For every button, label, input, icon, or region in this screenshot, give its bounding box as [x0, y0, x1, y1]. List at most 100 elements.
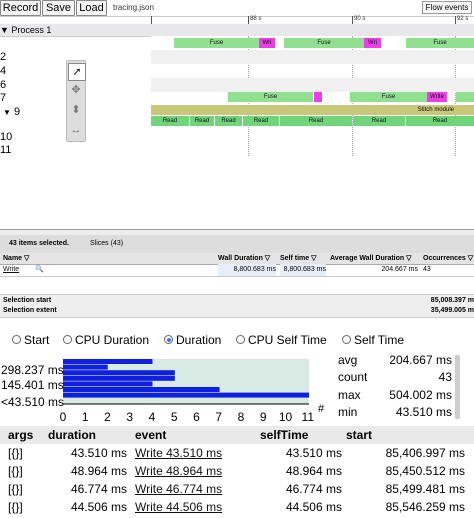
- slice-fuse[interactable]: Fuse: [228, 92, 313, 102]
- slice-write[interactable]: Wri: [364, 38, 381, 48]
- histogram-x-tick-label: 5: [171, 410, 178, 424]
- thread-label: 11: [0, 144, 12, 156]
- thread-label: 6: [0, 79, 7, 91]
- average-wall-duration-cell: 204.667 ms: [381, 266, 418, 273]
- slice-write[interactable]: Write: [427, 92, 447, 102]
- table-row[interactable]: [{}] 43.510 ms Write 43.510 ms 43.510 ms 85,…: [0, 446, 474, 464]
- event-link[interactable]: Write 44.506 ms: [135, 500, 222, 514]
- radio-duration[interactable]: Duration: [164, 333, 221, 347]
- event-link[interactable]: Write 43.510 ms: [135, 446, 222, 460]
- duration-cell: 46.774 ms: [70, 482, 127, 496]
- column-header-occurrences[interactable]: Occurrences ▽: [423, 253, 473, 264]
- stats-scrollbar[interactable]: [455, 355, 460, 419]
- histogram-bar[interactable]: [63, 364, 108, 370]
- event-link[interactable]: Write 48.964 ms: [135, 464, 222, 478]
- ruler-tick: [151, 16, 153, 24]
- event-link[interactable]: Write 46.774 ms: [135, 482, 222, 496]
- histogram-x-tick-label: 1: [82, 410, 89, 424]
- args-cell[interactable]: [{}]: [8, 482, 23, 496]
- table-row[interactable]: [{}] 48.964 ms Write 48.964 ms 48.964 ms 85,…: [0, 464, 474, 482]
- table-row[interactable]: [{}] 44.506 ms Write 44.506 ms 44.506 ms 85,…: [0, 500, 474, 518]
- histogram-bar[interactable]: [63, 381, 153, 387]
- ruler-tick: 88 s: [248, 16, 262, 24]
- selection-tool-icon[interactable]: ➚: [68, 63, 86, 81]
- column-header-wall-duration[interactable]: Wall Duration ▽: [218, 253, 270, 264]
- table-row[interactable]: [{}] 46.774 ms Write 46.774 ms 46.774 ms 85,…: [0, 482, 474, 500]
- column-header-args[interactable]: args: [8, 428, 33, 442]
- args-cell[interactable]: [{}]: [8, 464, 23, 478]
- selection-info: Selection start 85,008.397 m Selection e…: [0, 294, 474, 318]
- mouse-mode-selector: ➚ ✥ ⬍ ↔: [66, 60, 86, 142]
- histogram-bar[interactable]: [63, 370, 175, 376]
- column-header-selftime[interactable]: selfTime: [260, 428, 308, 442]
- slice-fuse[interactable]: Fuse: [284, 38, 364, 48]
- radio-start[interactable]: Start: [12, 333, 49, 347]
- histogram-bar[interactable]: [63, 392, 309, 398]
- slice-read[interactable]: Read: [406, 116, 474, 126]
- radio-cpu-duration[interactable]: CPU Duration: [63, 333, 149, 347]
- selection-extent-value: 35,499.005 m: [430, 307, 474, 314]
- histogram-bar[interactable]: [63, 375, 175, 381]
- collapse-triangle-icon[interactable]: ▼: [0, 25, 11, 35]
- histogram-bar[interactable]: [63, 387, 220, 392]
- column-header-duration[interactable]: duration: [48, 428, 96, 442]
- args-cell[interactable]: [{}]: [8, 446, 23, 460]
- toolbar: Record Save Load tracing.json Flow event…: [0, 0, 474, 17]
- slice-fuse[interactable]: Fuse: [350, 92, 427, 102]
- slice-stitch-module[interactable]: Stitch module: [151, 105, 474, 115]
- histogram-bin-label: <43.510 ms: [1, 395, 64, 409]
- slice-read[interactable]: Read: [280, 116, 352, 126]
- histogram-x-tick-label: 4: [149, 410, 156, 424]
- stat-count-label: count: [338, 370, 368, 384]
- slice-read[interactable]: Read: [243, 116, 279, 126]
- radio-circle-icon: [63, 335, 72, 345]
- save-button[interactable]: Save: [42, 0, 75, 16]
- column-header-name[interactable]: Name ▽: [3, 253, 29, 264]
- thread-label: 7: [0, 92, 7, 104]
- histogram-bar[interactable]: [63, 359, 153, 364]
- column-header-start[interactable]: start: [346, 428, 372, 442]
- expand-triangle-icon[interactable]: ▼: [3, 108, 11, 117]
- ruler-tick: 92 s: [455, 16, 469, 24]
- magnifier-icon[interactable]: 🔍: [35, 264, 44, 276]
- radio-circle-icon: [12, 335, 21, 345]
- stat-avg-label: avg: [338, 353, 358, 367]
- histogram-x-tick-label: 8: [238, 410, 245, 424]
- pan-tool-icon[interactable]: ✥: [68, 82, 84, 98]
- slice-read[interactable]: Read: [151, 116, 189, 126]
- slice-read[interactable]: Read: [353, 116, 405, 126]
- slice-write[interactable]: [314, 92, 322, 102]
- column-header-event[interactable]: event: [135, 428, 166, 442]
- start-cell: 85,406.997 ms: [385, 446, 465, 460]
- slice-fuse[interactable]: Fuse: [174, 38, 259, 48]
- slice-read[interactable]: Read: [215, 116, 242, 126]
- selection-start-label: Selection start: [3, 297, 52, 304]
- histogram-x-tick-label: 7: [215, 410, 222, 424]
- radio-circle-icon: [342, 335, 351, 345]
- slice-write[interactable]: Wri: [259, 38, 275, 48]
- selection-extent-label: Selection extent: [3, 307, 57, 314]
- tab-slices[interactable]: Slices (43): [90, 240, 123, 247]
- flow-events-button[interactable]: Flow events: [422, 1, 472, 14]
- items-selected-text: 43 items selected.: [9, 240, 69, 247]
- record-button[interactable]: Record: [0, 0, 41, 16]
- column-header-self-time[interactable]: Self time ▽: [280, 253, 317, 264]
- timing-tool-icon[interactable]: ↔: [68, 122, 84, 138]
- column-header-average-wall-duration[interactable]: Average Wall Duration ▽: [330, 253, 412, 264]
- table-row[interactable]: Write 🔍 8,800.683 ms 8,800.683 ms 204.66…: [0, 264, 474, 277]
- histogram-x-tick-label: 2: [104, 410, 111, 424]
- radio-self-time[interactable]: Self Time: [342, 333, 404, 347]
- args-cell[interactable]: [{}]: [8, 500, 23, 514]
- duration-histogram: 0 1 2 3 4 5 6 7 8 9 10 11 298.237 ms 145.401 ms <43…: [1, 359, 325, 424]
- occurrences-cell: 43: [423, 266, 431, 273]
- load-button[interactable]: Load: [76, 0, 107, 16]
- timeline-tracks[interactable]: Fuse Wri Fuse Wri Fuse Fuse Fuse Write S…: [151, 36, 474, 156]
- radio-cpu-self-time[interactable]: CPU Self Time: [236, 333, 327, 347]
- slice-read[interactable]: Read: [190, 116, 214, 126]
- slice-fuse[interactable]: [456, 92, 474, 102]
- zoom-tool-icon[interactable]: ⬍: [68, 102, 84, 118]
- slice-name-link[interactable]: Write: [3, 264, 19, 276]
- histogram-x-unit: #: [318, 403, 325, 415]
- stat-max-label: max: [338, 388, 361, 402]
- slice-fuse[interactable]: Fuse: [406, 38, 474, 48]
